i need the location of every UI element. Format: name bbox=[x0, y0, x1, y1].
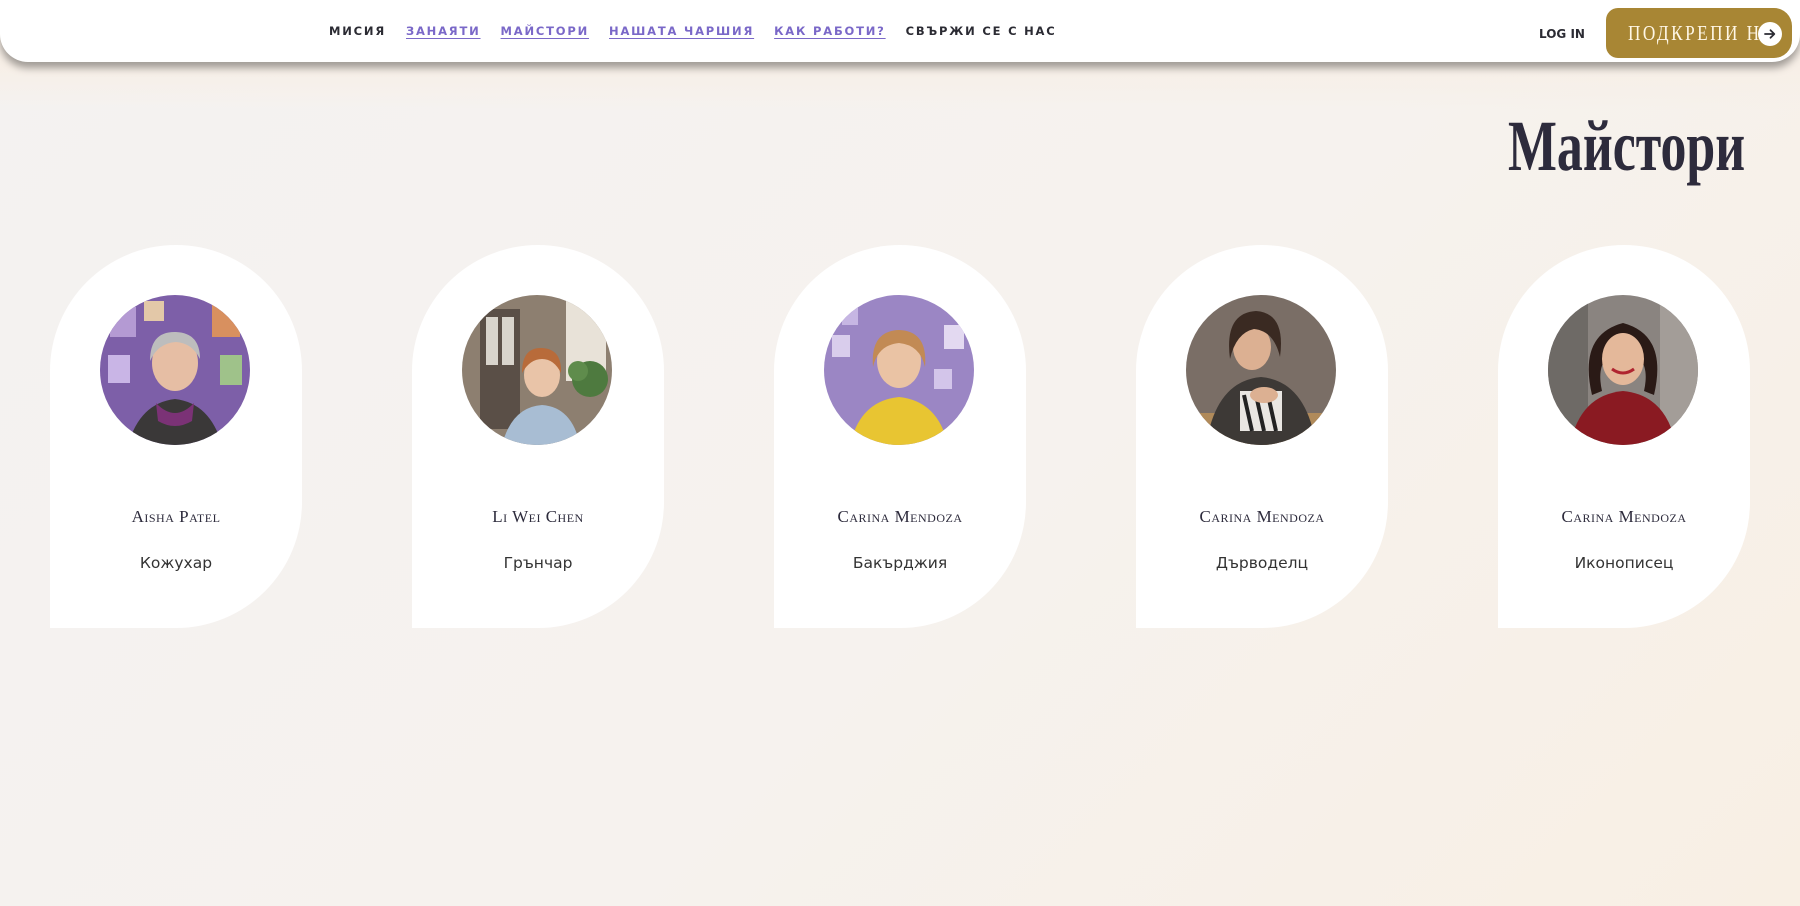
main-nav: МИСИЯ ЗАНАЯТИ МАЙСТОРИ НАШАТА ЧАРШИЯ КАК… bbox=[329, 24, 1056, 38]
maker-avatar bbox=[100, 295, 250, 445]
nav-link-our-bazaar[interactable]: НАШАТА ЧАРШИЯ bbox=[609, 24, 754, 38]
maker-avatar bbox=[462, 295, 612, 445]
nav-link-how-it-works[interactable]: КАК РАБОТИ? bbox=[774, 24, 886, 38]
support-us-button[interactable]: ПОДКРЕПИ НИ bbox=[1606, 8, 1792, 58]
arrow-right-icon bbox=[1758, 22, 1782, 46]
maker-craft: Грънчар bbox=[503, 554, 573, 572]
maker-avatar bbox=[1548, 295, 1698, 445]
nav-link-crafts[interactable]: ЗАНАЯТИ bbox=[406, 24, 481, 38]
maker-name: Li Wei Chen bbox=[492, 507, 584, 526]
nav-link-makers[interactable]: МАЙСТОРИ bbox=[501, 24, 589, 38]
maker-name: Carina Mendoza bbox=[1199, 507, 1325, 526]
maker-card[interactable]: Carina Mendoza Дърводелц bbox=[1136, 245, 1388, 628]
maker-craft: Кожухар bbox=[139, 554, 213, 572]
nav-link-contact[interactable]: СВЪРЖИ СЕ С НАС bbox=[906, 24, 1057, 38]
maker-name: Aisha Patel bbox=[131, 507, 221, 526]
maker-craft: Бакърджия bbox=[852, 554, 948, 572]
maker-card[interactable]: Li Wei Chen Грънчар bbox=[412, 245, 664, 628]
maker-avatar bbox=[824, 295, 974, 445]
top-navigation-bar: МИСИЯ ЗАНАЯТИ МАЙСТОРИ НАШАТА ЧАРШИЯ КАК… bbox=[0, 0, 1800, 62]
login-link[interactable]: LOG IN bbox=[1539, 27, 1585, 41]
maker-craft: Иконописец bbox=[1574, 554, 1674, 572]
maker-card[interactable]: Aisha Patel Кожухар bbox=[50, 245, 302, 628]
support-us-label: ПОДКРЕПИ НИ bbox=[1628, 20, 1777, 45]
maker-card[interactable]: Carina Mendoza Иконописец bbox=[1498, 245, 1750, 628]
maker-card[interactable]: Carina Mendoza Бакърджия bbox=[774, 245, 1026, 628]
maker-craft: Дърводелц bbox=[1215, 554, 1309, 572]
maker-name: Carina Mendoza bbox=[1561, 507, 1687, 526]
nav-link-mission[interactable]: МИСИЯ bbox=[329, 24, 386, 38]
maker-avatar bbox=[1186, 295, 1336, 445]
page-title: Майстори bbox=[1508, 106, 1746, 186]
maker-name: Carina Mendoza bbox=[837, 507, 963, 526]
